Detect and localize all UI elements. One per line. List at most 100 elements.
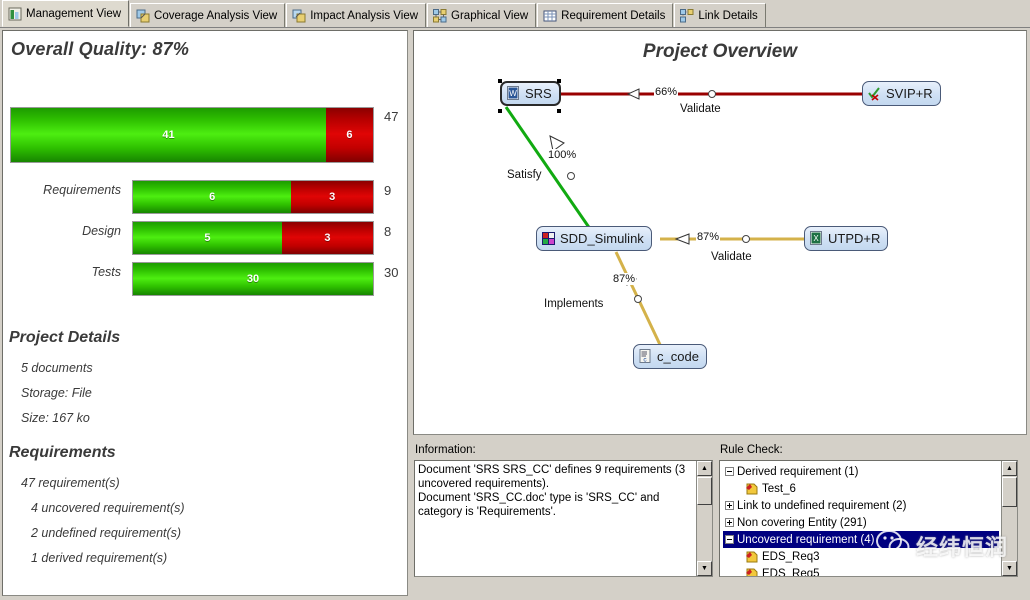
information-scrollbar[interactable]: ▲ ▼ [696,461,712,576]
link-percent-validate-srs: 66% [654,86,679,98]
selection-handle[interactable] [557,109,561,113]
tree-item-derived-requirement[interactable]: Derived requirement (1) [723,463,999,480]
diagram-node-utpd-r[interactable]: X UTPD+R [804,226,889,251]
overall-bar-green-segment: 41 [11,108,326,162]
design-bar-red-segment: 3 [281,222,373,254]
scroll-up-icon[interactable]: ▲ [1002,461,1017,476]
diagram-node-sdd-simulink[interactable]: SDD_Simulink [536,226,652,251]
tree-item-test-6[interactable]: Test_6 [723,480,999,497]
tree-item-link-to-undefined-requirement[interactable]: Link to undefined requirement (2) [723,497,999,514]
tree-item-non-covering-entity[interactable]: Non covering Entity (291) [723,514,999,531]
project-overview-diagram[interactable]: Project Overview SDD_Simulink : Satisfy … [413,30,1027,435]
tab-label: Management View [26,7,122,20]
overall-bar-total: 47 [384,109,399,124]
requirements-bar-red-segment: 3 [291,181,373,213]
tab-management-view[interactable]: Management View [2,0,130,27]
requirement-item-icon [745,482,759,496]
requirement-item-icon [745,550,759,564]
collapse-icon[interactable] [725,467,734,476]
scroll-down-icon[interactable]: ▼ [697,561,712,576]
tree-item-label: Derived requirement (1) [737,465,859,478]
rule-check-tree-body: Derived requirement (1) Test_6 Link to u… [723,463,999,577]
tree-item-label: Non covering Entity (291) [737,516,867,529]
information-line: category is 'Requirements'. [418,506,556,518]
tree-item-eds-req3[interactable]: EDS_Req3 [723,548,999,565]
information-line: Document 'SRS_CC.doc' type is 'SRS_CC' a… [418,492,660,504]
application-window: Management View Coverage Analysis View I… [0,0,1030,600]
tree-item-label: EDS_Req3 [762,550,820,563]
project-details-heading: Project Details [9,329,121,346]
expand-icon[interactable] [725,501,734,510]
svg-text:X: X [813,234,819,243]
rule-check-tree[interactable]: Derived requirement (1) Test_6 Link to u… [719,460,1018,577]
overall-bar-red-value: 6 [346,129,353,141]
requirement-details-icon [543,9,557,23]
link-label-implements: Implements [544,298,604,310]
node-label: c_code [657,349,699,364]
tab-impact-analysis-view[interactable]: Impact Analysis View [286,3,427,27]
scroll-up-icon[interactable]: ▲ [697,461,712,476]
selection-handle[interactable] [498,109,502,113]
design-total: 8 [384,224,392,239]
tab-link-details[interactable]: Link Details [674,3,766,27]
view-tabstrip: Management View Coverage Analysis View I… [0,0,1030,28]
rule-check-scrollbar[interactable]: ▲ ▼ [1001,461,1017,576]
tab-label: Requirement Details [561,9,666,22]
diagram-node-srs[interactable]: W SRS [500,81,561,106]
requirements-heading: Requirements [9,444,116,461]
tree-item-uncovered-requirement[interactable]: Uncovered requirement (4) [723,531,999,548]
management-view-icon [8,7,22,21]
row-label-tests: Tests [91,265,121,279]
status-bar [0,596,1030,600]
tab-coverage-analysis-view[interactable]: Coverage Analysis View [130,3,286,27]
scrollbar-thumb[interactable] [1002,477,1017,507]
project-detail-size: Size: 167 ko [21,411,90,425]
graphical-view-icon [433,8,447,23]
design-green-value: 5 [204,232,211,244]
expand-icon[interactable] [725,518,734,527]
rule-check-caption: Rule Check: [720,444,783,456]
coverage-analysis-icon [136,9,150,23]
scroll-down-icon[interactable]: ▼ [1002,561,1017,576]
svg-text:W: W [509,89,517,98]
link-label-validate-sdd: Validate [711,251,752,263]
requirements-red-value: 3 [329,191,336,203]
requirement-count-uncovered: 4 uncovered requirement(s) [31,501,185,515]
requirements-total: 9 [384,183,392,198]
selection-handle[interactable] [557,79,561,83]
row-label-requirements: Requirements [43,183,121,197]
diagram-node-c-code[interactable]: c c_code [633,344,707,369]
project-detail-storage: Storage: File [21,386,92,400]
tests-green-value: 30 [246,273,260,285]
overall-bar-red-segment: 6 [325,108,373,162]
collapse-icon[interactable] [725,535,734,544]
excel-document-icon: X [809,231,824,246]
tests-quality-bar: 30 [132,262,374,296]
selection-handle[interactable] [498,79,502,83]
tree-item-label: Link to undefined requirement (2) [737,499,907,512]
source-code-icon: c [638,349,653,364]
requirements-green-value: 6 [209,191,216,203]
row-label-design: Design [82,224,121,238]
tab-label: Graphical View [451,9,529,22]
scrollbar-thumb[interactable] [697,477,712,505]
link-label-satisfy: Satisfy [507,169,542,181]
management-summary-panel: Overall Quality: 87% 41 6 47 Requirement… [2,30,408,596]
word-document-icon: W [506,86,521,101]
tab-graphical-view[interactable]: Graphical View [427,3,537,27]
overall-bar-green-value: 41 [162,129,175,141]
design-red-value: 3 [324,232,331,244]
tree-item-eds-req5[interactable]: EDS_Req5 [723,565,999,577]
tree-item-label: Uncovered requirement (4) [737,533,875,546]
tests-total: 30 [384,265,399,280]
requirement-item-icon [745,567,759,576]
impact-analysis-icon [292,9,306,23]
information-textbox[interactable]: Document 'SRS SRS_CC' defines 9 requirem… [414,460,713,577]
overall-quality-bar: 41 6 [10,107,374,163]
diagram-node-svip-r[interactable]: SVIP+R [862,81,941,106]
tab-requirement-details[interactable]: Requirement Details [537,3,674,27]
node-label: SDD_Simulink [560,231,644,246]
simulink-model-icon [541,231,556,246]
tree-item-label: EDS_Req5 [762,567,820,577]
information-line: Document 'SRS SRS_CC' defines 9 requirem… [418,464,686,476]
